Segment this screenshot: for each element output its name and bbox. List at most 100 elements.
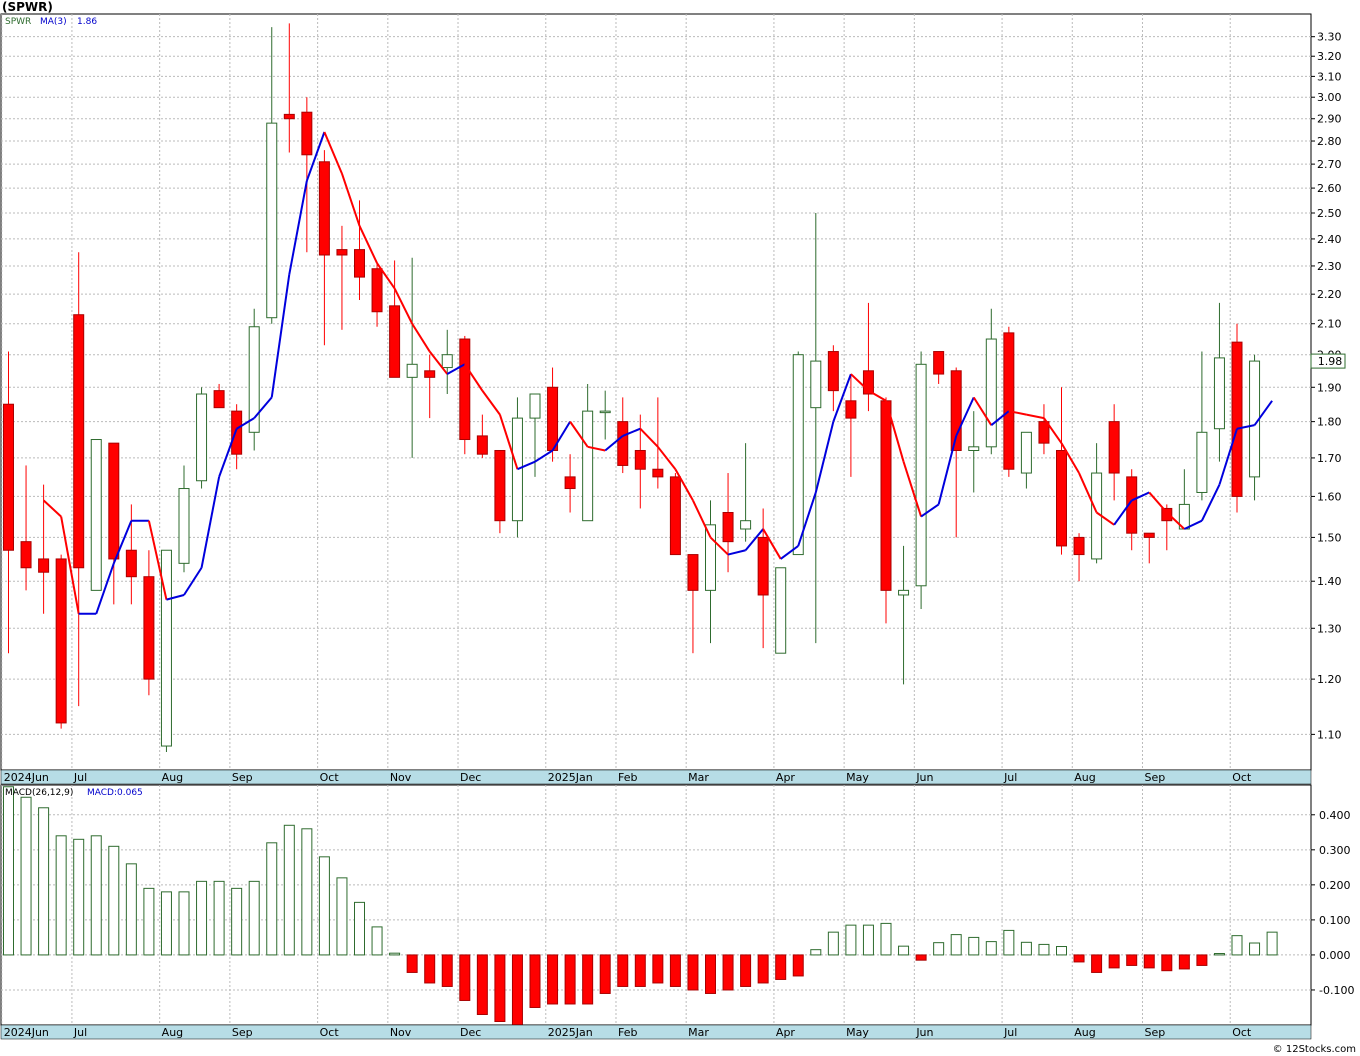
price-legend: SPWR MA(3) 1.86 xyxy=(5,17,97,27)
candle-body-down xyxy=(336,249,348,256)
candle-body-up xyxy=(248,326,260,433)
macd-bar-negative xyxy=(494,954,506,1022)
candle-body-up xyxy=(740,520,752,530)
macd-bar-negative xyxy=(476,954,488,1015)
macd-bar-positive xyxy=(178,891,190,956)
macd-bar-positive xyxy=(950,934,962,956)
candle-body-down xyxy=(634,449,646,470)
price-tick-label: 3.10 xyxy=(1317,70,1342,83)
macd-bar-negative xyxy=(424,954,436,984)
macd-bar-positive xyxy=(389,952,401,956)
macd-bar-positive xyxy=(231,887,243,956)
candle xyxy=(196,387,208,489)
macd-x-tick-label: Jul xyxy=(73,1026,87,1039)
legend-macd-value: MACD:0.065 xyxy=(87,788,143,798)
macd-bar-positive xyxy=(20,796,32,956)
candle-body-down xyxy=(476,435,488,455)
macd-tick-label: 0.200 xyxy=(1319,879,1351,892)
macd-bar-positive xyxy=(1020,941,1032,956)
macd-bar-positive xyxy=(862,924,874,956)
candle-body-down xyxy=(389,305,401,378)
candle-body-down xyxy=(231,410,243,455)
macd-bar-positive xyxy=(827,931,839,956)
candle-body-down xyxy=(1073,536,1085,556)
legend-ma-label: MA(3) xyxy=(40,17,67,27)
macd-bar-positive xyxy=(880,922,892,956)
macd-bar-positive xyxy=(1266,931,1278,956)
macd-tick-label: -0.100 xyxy=(1319,984,1354,997)
price-tick-label: 1.90 xyxy=(1317,381,1342,394)
macd-x-axis-strip xyxy=(0,1024,1312,1040)
candle-body-down xyxy=(652,468,664,478)
macd-bar-negative xyxy=(1143,954,1155,969)
candle-body-down xyxy=(1143,532,1155,538)
candle-body-down xyxy=(845,400,857,419)
macd-bar-negative xyxy=(1126,954,1138,966)
macd-bar-positive xyxy=(1249,942,1261,956)
candle-body-down xyxy=(20,541,32,569)
candle-body-down xyxy=(283,113,295,120)
macd-x-tick-label: May xyxy=(846,1026,869,1039)
macd-bar-positive xyxy=(266,842,278,956)
macd-tick-label: 0.000 xyxy=(1319,949,1351,962)
macd-x-tick-label: Oct xyxy=(320,1026,340,1039)
candle-body-down xyxy=(143,576,155,680)
candle-body-up xyxy=(90,439,102,591)
macd-bar-positive xyxy=(1056,946,1067,956)
macd-bar-positive xyxy=(3,786,14,956)
candle-body-up xyxy=(266,122,278,319)
price-x-tick-label: Sep xyxy=(232,771,253,784)
macd-x-tick-label: Apr xyxy=(776,1026,796,1039)
macd-bar-negative xyxy=(564,954,576,1005)
candle-body-up xyxy=(810,360,822,409)
macd-bar-negative xyxy=(775,954,787,980)
macd-bar-negative xyxy=(441,954,453,987)
price-x-tick-label: Jul xyxy=(73,771,87,784)
chart-title: (SPWR) xyxy=(2,0,53,14)
candle-body-up xyxy=(511,417,523,522)
macd-bar-negative xyxy=(529,954,541,1008)
macd-bar-negative xyxy=(547,954,559,1005)
candle-body-down xyxy=(1108,421,1120,474)
macd-x-tick-label: Jul xyxy=(1003,1026,1017,1039)
candle-body-down xyxy=(933,351,945,375)
candle-body-up xyxy=(775,567,787,654)
macd-bar-positive xyxy=(196,880,208,956)
macd-bar-positive xyxy=(73,838,85,956)
candle-body-down xyxy=(3,403,14,551)
candle-body-up xyxy=(915,363,927,587)
candle-body-up xyxy=(985,338,997,448)
candle xyxy=(880,397,892,624)
macd-bar-positive xyxy=(898,945,910,956)
macd-bar-negative xyxy=(669,954,681,987)
price-tick-label: 2.90 xyxy=(1317,113,1342,126)
macd-bar-positive xyxy=(248,880,260,956)
price-tick-label: 3.20 xyxy=(1317,50,1342,63)
macd-bar-negative xyxy=(511,954,523,1026)
price-tick-label: 3.30 xyxy=(1317,31,1342,44)
price-tick-label: 2.40 xyxy=(1317,233,1342,246)
macd-bar-positive xyxy=(968,936,980,956)
macd-bar-positive xyxy=(371,926,383,956)
candle-body-down xyxy=(617,421,629,466)
price-tick-label: 2.70 xyxy=(1317,158,1342,171)
candle-body-down xyxy=(669,476,681,556)
price-tick-label: 1.60 xyxy=(1317,490,1342,503)
copyright-text: © 12Stocks.com xyxy=(1273,1044,1356,1055)
macd-bar-positive xyxy=(143,887,155,956)
candle-body-down xyxy=(827,351,839,392)
price-tick-label: 2.50 xyxy=(1317,207,1342,220)
candle-body-down xyxy=(1038,421,1050,444)
candle xyxy=(1003,326,1015,477)
macd-bar-positive xyxy=(1038,943,1050,956)
price-x-tick-label: Dec xyxy=(460,771,481,784)
price-x-tick-label: 2024Jun xyxy=(4,771,49,784)
price-x-axis-strip xyxy=(0,769,1312,785)
candle-body-down xyxy=(459,338,471,441)
candle-body-down xyxy=(73,314,85,569)
macd-bar-negative xyxy=(705,954,716,994)
candle-body-up xyxy=(529,393,541,419)
candle-body-up xyxy=(1196,431,1208,493)
macd-x-tick-label: Sep xyxy=(1144,1026,1165,1039)
macd-x-tick-label: 2025Jan xyxy=(548,1026,593,1039)
